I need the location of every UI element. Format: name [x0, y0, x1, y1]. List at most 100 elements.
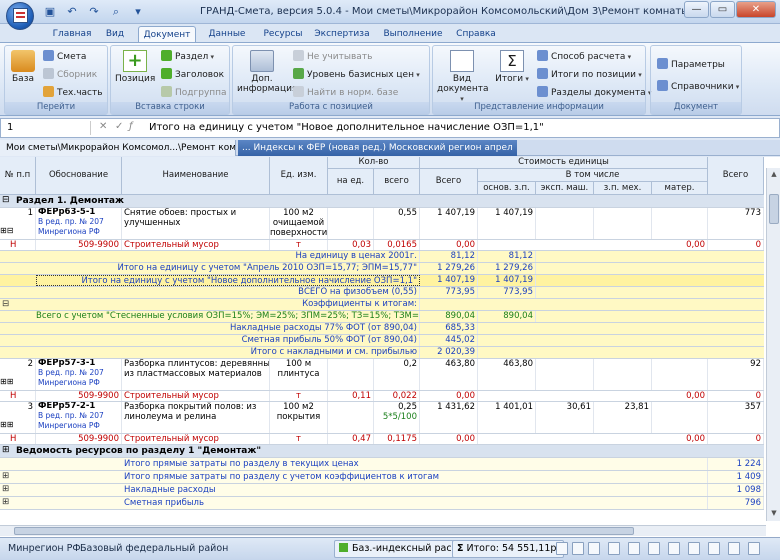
scroll-thumb[interactable]: [769, 194, 779, 224]
tab-spravka[interactable]: Справка: [454, 26, 498, 42]
tab-dokument[interactable]: Документ: [138, 26, 196, 42]
table-row[interactable]: Н 509-9900 Строительный мусор т 0,47 0,1…: [0, 434, 764, 445]
col-naim[interactable]: Наименование: [122, 157, 270, 195]
save-icon[interactable]: ▣: [40, 4, 60, 20]
app-menu-button[interactable]: [6, 2, 34, 30]
itogi-po-pozicii-button[interactable]: Итоги по позиции: [537, 68, 642, 82]
table-row[interactable]: 3 ⊞⊞ ФЕРр57-2-1 В ред. пр. № 207 Минрегион…: [0, 402, 764, 434]
total-row[interactable]: ⊞ Итого прямые затраты по разделу с учет…: [0, 471, 764, 484]
expand-icon[interactable]: ⊞: [2, 445, 12, 457]
toolbar-button-icon[interactable]: [648, 542, 660, 555]
scroll-up-icon[interactable]: ▲: [769, 170, 779, 180]
table-row[interactable]: 2 ⊞⊞ ФЕРр57-3-1 В ред. пр. № 207 Минрегион…: [0, 359, 764, 391]
table-row[interactable]: Н 509-9900 Строительный мусор т 0,11 0,0…: [0, 391, 764, 402]
itogi-button[interactable]: Σ Итоги: [495, 50, 529, 84]
subtotal-row[interactable]: Итого на единицу с учетом "Апрель 2010 О…: [0, 263, 764, 275]
table-row[interactable]: 1 ⊞⊟ ФЕРр63-5-1 В ред. пр. № 207 Минрегион…: [0, 208, 764, 240]
col-num[interactable]: № п.п: [0, 157, 36, 195]
total-row[interactable]: ⊞ Сметная прибыль 796: [0, 497, 764, 510]
razdely-dokumenta-button[interactable]: Разделы документа: [537, 86, 651, 100]
baza-button[interactable]: База: [9, 50, 37, 84]
smeta-button[interactable]: Смета: [43, 50, 86, 64]
toolbar-button-icon[interactable]: [588, 542, 600, 555]
col-zpmeh[interactable]: з.п. мех.: [594, 182, 652, 195]
tehchast-button[interactable]: Тех.часть: [43, 86, 103, 100]
col-na-ed[interactable]: на ед.: [328, 169, 374, 195]
tab-glavnaya[interactable]: Главная: [52, 26, 92, 42]
col-kolvo[interactable]: Кол-во: [328, 157, 420, 169]
maximize-icon[interactable]: ▭: [710, 1, 735, 18]
scroll-down-icon[interactable]: ▼: [769, 509, 779, 519]
dop-info-button[interactable]: Доп. информация: [237, 50, 297, 94]
zagolovok-button[interactable]: Заголовок: [161, 68, 224, 82]
expand-icon[interactable]: ⊞: [2, 471, 14, 483]
parametry-button[interactable]: Параметры: [657, 58, 725, 72]
breadcrumb-path[interactable]: Мои сметы\Микрорайон Комсомол...\Ремонт …: [0, 140, 236, 156]
subtotal-row[interactable]: Сметная прибыль 50% ФОТ (от 890,04) 445,…: [0, 335, 764, 347]
total-display[interactable]: Σ Итого: 54 551,11р.: [452, 540, 565, 558]
toolbar-button-icon[interactable]: [728, 542, 740, 555]
subtotal-row-selected[interactable]: Итого на единицу с учетом "Новое дополни…: [0, 275, 764, 287]
toolbar-button-icon[interactable]: [688, 542, 700, 555]
toolbar-button-icon[interactable]: [748, 542, 760, 555]
razdel-button[interactable]: Раздел: [161, 50, 214, 64]
cell-reference[interactable]: 1: [5, 121, 91, 135]
hscroll-thumb[interactable]: [14, 527, 634, 535]
podgruppa-button[interactable]: Подгруппа: [161, 86, 227, 100]
spravochniki-button[interactable]: Справочники: [657, 80, 739, 94]
confirm-icon[interactable]: ✓: [115, 121, 123, 132]
ne-uchityvat-button[interactable]: Не учитывать: [293, 50, 372, 64]
table-row[interactable]: Н 509-9900 Строительный мусор т 0,03 0,0…: [0, 240, 764, 251]
undo-icon[interactable]: ↶: [62, 4, 82, 20]
nayti-button[interactable]: Найти в норм. базе: [293, 86, 398, 100]
find-icon[interactable]: ⌕: [106, 4, 126, 20]
horizontal-scrollbar[interactable]: [0, 525, 766, 536]
subtotal-row[interactable]: ВСЕГО на физобъем (0,55) 773,95 773,95: [0, 287, 764, 299]
collapse-icon[interactable]: ⊟: [2, 195, 12, 207]
formula-icon[interactable]: ƒ: [129, 121, 133, 132]
tab-vid[interactable]: Вид: [100, 26, 130, 42]
sbornik-button[interactable]: Сборник: [43, 68, 97, 82]
uroven-cen-button[interactable]: Уровень базисных цен: [293, 68, 420, 82]
formula-text[interactable]: Итого на единицу с учетом "Новое дополни…: [149, 121, 544, 135]
subtotal-row[interactable]: Итого с накладными и см. прибылью 2 020,…: [0, 347, 764, 359]
tab-resursy[interactable]: Ресурсы: [258, 26, 308, 42]
section-row[interactable]: ⊞ Ведомость ресурсов по разделу 1 "Демон…: [0, 445, 764, 458]
col-osn[interactable]: основ. з.п.: [478, 182, 536, 195]
col-vsego-total[interactable]: Всего: [708, 157, 764, 195]
vertical-scrollbar[interactable]: ▲ ▼: [766, 168, 780, 521]
col-eksp[interactable]: эксп. маш.: [536, 182, 594, 195]
col-vsego-st[interactable]: Всего: [420, 169, 478, 195]
toolbar-button-icon[interactable]: [628, 542, 640, 555]
cancel-icon[interactable]: ✕: [99, 121, 107, 132]
toolbar-button-icon[interactable]: [608, 542, 620, 555]
expand-icon[interactable]: ⊞: [2, 484, 14, 496]
col-ed[interactable]: Ед. изм.: [270, 157, 328, 195]
subtotal-row[interactable]: На единицу в ценах 2001г. 81,12 81,12: [0, 251, 764, 263]
section-row[interactable]: ⊟ Раздел 1. Демонтаж: [0, 195, 764, 208]
toolbar-button-icon[interactable]: [708, 542, 720, 555]
expand-icon[interactable]: ⊞: [2, 497, 14, 509]
pozicia-button[interactable]: + Позиция: [115, 50, 155, 84]
total-row[interactable]: Итого прямые затраты по разделу в текущи…: [0, 458, 764, 471]
total-row[interactable]: ⊞ Накладные расходы 1 098: [0, 484, 764, 497]
col-stoimost[interactable]: Стоимость единицы: [420, 157, 708, 169]
toolbar-button-icon[interactable]: [556, 542, 568, 555]
col-vsego-kol[interactable]: всего: [374, 169, 420, 195]
subtotal-row[interactable]: ⊟ Коэффициенты к итогам:: [0, 299, 764, 311]
vid-dokumenta-button[interactable]: Вид документа: [437, 50, 488, 104]
redo-icon[interactable]: ↷: [84, 4, 104, 20]
collapse-icon[interactable]: ⊟: [2, 299, 16, 310]
col-vtom[interactable]: В том числе: [478, 169, 708, 182]
close-icon[interactable]: ✕: [736, 1, 776, 18]
minimize-icon[interactable]: —: [684, 1, 709, 18]
subtotal-row[interactable]: Всего с учетом "Стесненные условия ОЗП=1…: [0, 311, 764, 323]
tab-vypolnenie[interactable]: Выполнение: [380, 26, 446, 42]
subtotal-row[interactable]: Накладные расходы 77% ФОТ (от 890,04) 68…: [0, 323, 764, 335]
toolbar-button-icon[interactable]: [668, 542, 680, 555]
sposob-rascheta-button[interactable]: Способ расчета: [537, 50, 631, 64]
tab-ekspertiza[interactable]: Экспертиза: [314, 26, 370, 42]
col-obosn[interactable]: Обоснование: [36, 157, 122, 195]
toolbar-button-icon[interactable]: [572, 542, 584, 555]
dropdown-icon[interactable]: ▾: [128, 4, 148, 20]
